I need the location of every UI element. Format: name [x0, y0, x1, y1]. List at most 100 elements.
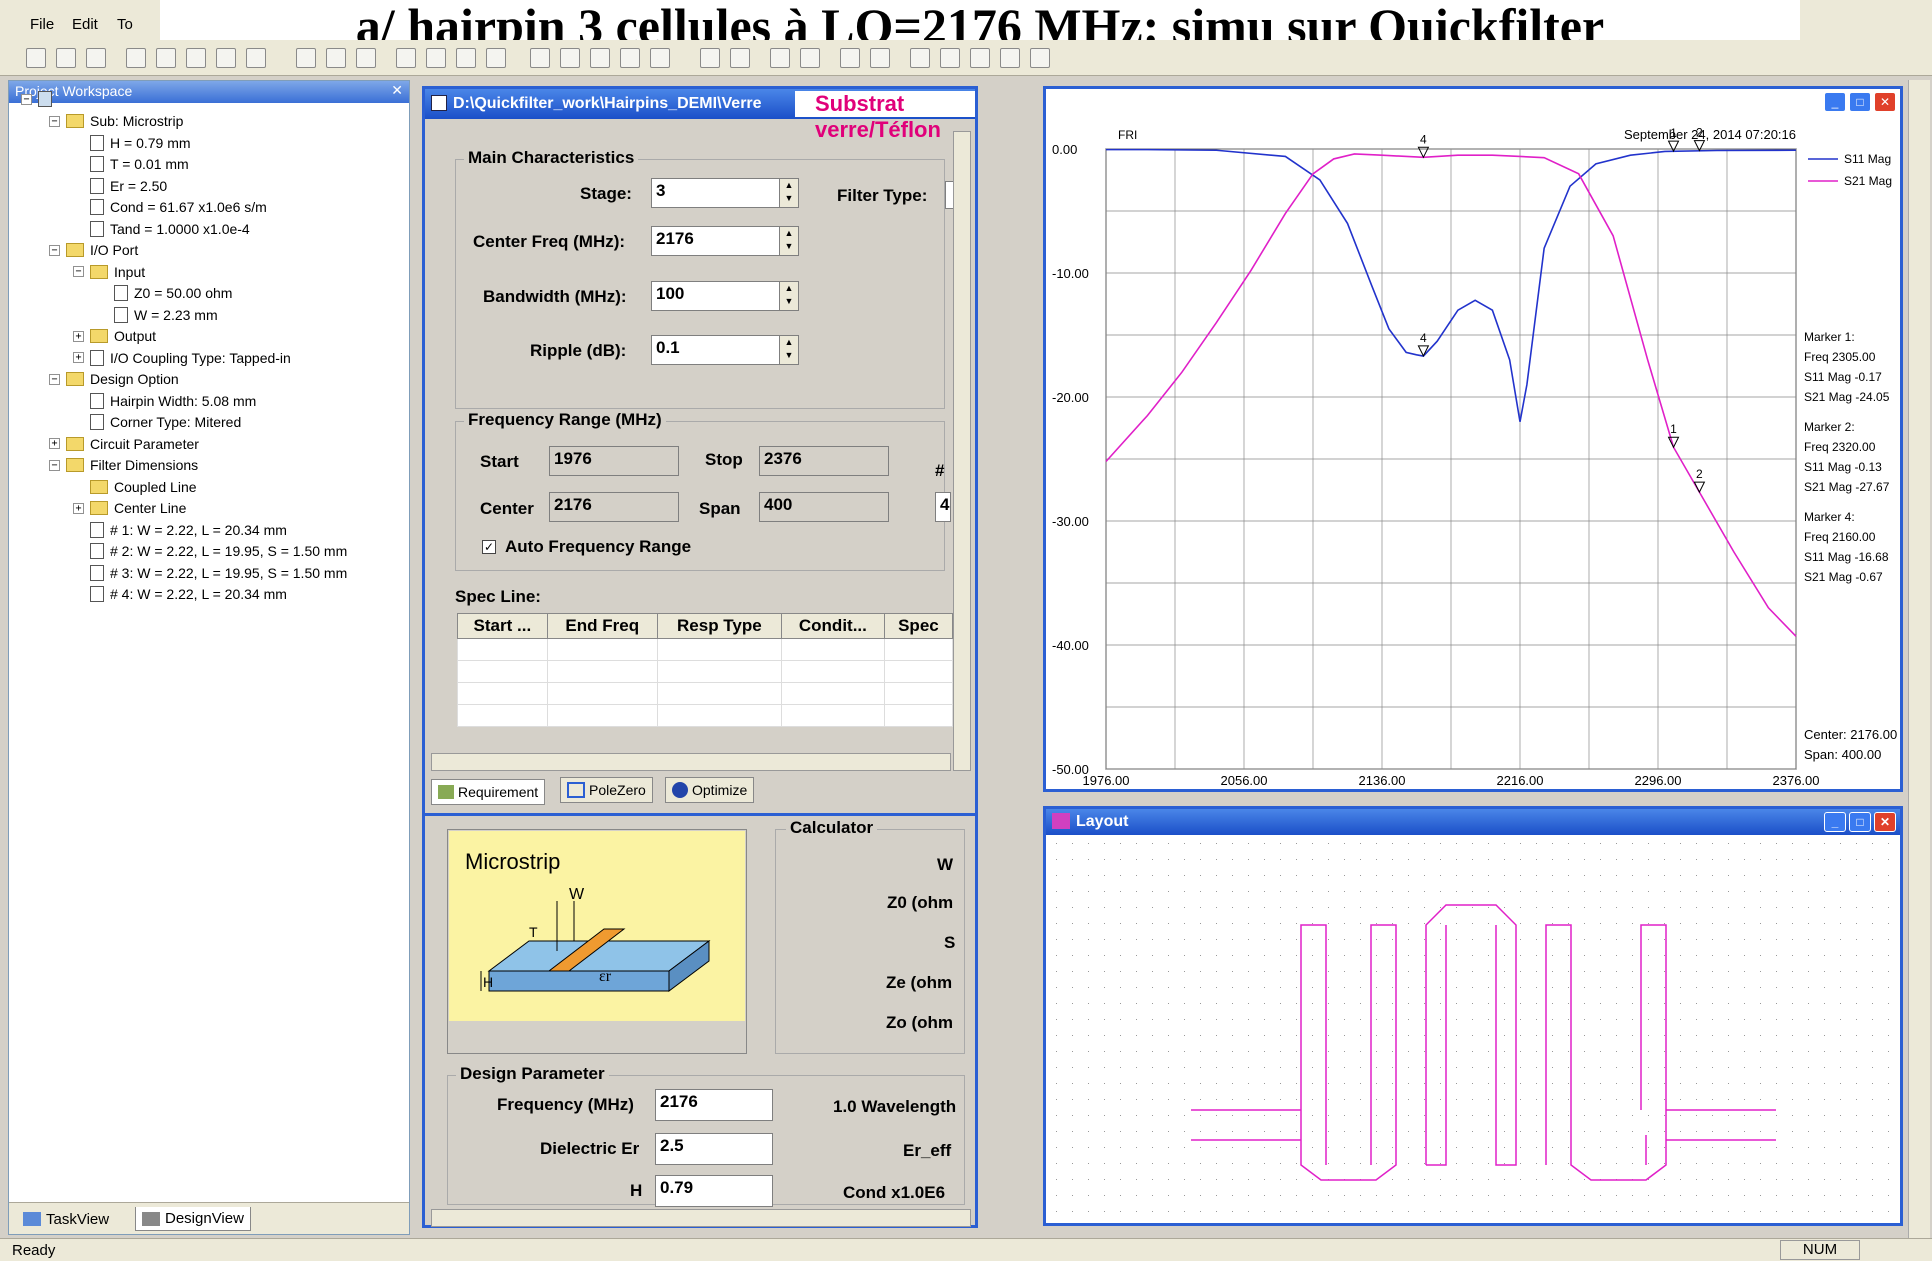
minimize-icon[interactable]: _: [1824, 812, 1846, 832]
tool-icon-20[interactable]: [940, 48, 960, 68]
ripple-spinner[interactable]: ▲ ▼: [779, 335, 799, 365]
tool-icon-4[interactable]: [396, 48, 416, 68]
expand-icon[interactable]: +: [73, 330, 84, 342]
tool-icon-8[interactable]: [530, 48, 550, 68]
cursor-mode-icon[interactable]: [970, 48, 990, 68]
tree-item[interactable]: Er = 2.50: [73, 176, 167, 196]
tool-icon-19[interactable]: [910, 48, 930, 68]
tool-icon-18[interactable]: [870, 48, 890, 68]
tool-icon-15[interactable]: [770, 48, 790, 68]
tree-item[interactable]: + Circuit Parameter: [49, 434, 199, 454]
tree-item[interactable]: − Filter Dimensions: [49, 455, 198, 475]
table-row[interactable]: [457, 660, 954, 683]
ripple-input[interactable]: 0.1: [651, 335, 781, 365]
tree-item[interactable]: Coupled Line: [73, 477, 197, 497]
table-row[interactable]: [457, 682, 954, 705]
collapse-icon[interactable]: −: [21, 93, 32, 105]
column-header[interactable]: End Freq: [546, 613, 658, 639]
close-icon[interactable]: ✕: [391, 82, 403, 99]
tool-icon-22[interactable]: [1030, 48, 1050, 68]
tree-item[interactable]: Tand = 1.0000 x1.0e-4: [73, 219, 250, 239]
tree-root[interactable]: −: [21, 89, 58, 109]
tab-polezero[interactable]: PoleZero: [560, 777, 653, 803]
dp-h-input[interactable]: 0.79: [655, 1175, 773, 1207]
collapse-icon[interactable]: −: [49, 244, 60, 256]
tree-item[interactable]: # 3: W = 2.22, L = 19.95, S = 1.50 mm: [73, 563, 347, 583]
tool-icon-5[interactable]: [426, 48, 446, 68]
dp-frequency-input[interactable]: 2176: [655, 1089, 773, 1121]
column-header[interactable]: Condit...: [780, 613, 885, 639]
close-icon[interactable]: ✕: [1874, 812, 1896, 832]
expand-icon[interactable]: +: [73, 502, 84, 514]
collapse-icon[interactable]: −: [49, 115, 60, 127]
start-input[interactable]: 1976: [549, 446, 679, 476]
tool-icon-16[interactable]: [800, 48, 820, 68]
expand-icon[interactable]: +: [73, 352, 84, 363]
tool-icon-2[interactable]: [326, 48, 346, 68]
tree-item[interactable]: + I/O Coupling Type: Tapped-in: [73, 348, 291, 368]
tree-item[interactable]: T = 0.01 mm: [73, 154, 189, 174]
center-freq-spinner[interactable]: ▲ ▼: [779, 226, 799, 256]
stage-spinner[interactable]: ▲ ▼: [779, 178, 799, 208]
lower-horizontal-scrollbar[interactable]: [431, 1209, 971, 1227]
print-icon[interactable]: [126, 48, 146, 68]
menu-file[interactable]: File: [30, 16, 54, 33]
tool-icon-1[interactable]: [296, 48, 316, 68]
tool-icon-17[interactable]: [840, 48, 860, 68]
spec-line-table[interactable]: Start ... End Freq Resp Type Condit... Spec: [457, 613, 954, 727]
tree-item[interactable]: Corner Type: Mitered: [73, 412, 241, 432]
collapse-icon[interactable]: −: [73, 266, 84, 277]
tool-icon-12[interactable]: [650, 48, 670, 68]
tool-icon-10[interactable]: [590, 48, 610, 68]
center-input[interactable]: 2176: [549, 492, 679, 522]
tool-icon-21[interactable]: [1000, 48, 1020, 68]
tree-item[interactable]: − Input: [73, 262, 145, 282]
tree-item[interactable]: # 1: W = 2.22, L = 20.34 mm: [73, 520, 287, 540]
column-header[interactable]: Resp Type: [656, 613, 782, 639]
vertical-scrollbar[interactable]: [953, 131, 971, 771]
tool-icon-6[interactable]: [456, 48, 476, 68]
tree-item[interactable]: + Center Line: [73, 498, 186, 518]
span-input[interactable]: 400: [759, 492, 889, 522]
tree-item[interactable]: # 2: W = 2.22, L = 19.95, S = 1.50 mm: [73, 541, 347, 561]
menu-edit[interactable]: Edit: [72, 16, 98, 33]
tree-item[interactable]: − I/O Port: [49, 240, 138, 260]
undo-icon[interactable]: [246, 48, 266, 68]
center-freq-input[interactable]: 2176: [651, 226, 781, 256]
new-file-icon[interactable]: [26, 48, 46, 68]
tool-icon-3[interactable]: [356, 48, 376, 68]
dp-er-input[interactable]: 2.5: [655, 1133, 773, 1165]
tree-item[interactable]: H = 0.79 mm: [73, 133, 191, 153]
print-preview-icon[interactable]: [156, 48, 176, 68]
bandwidth-input[interactable]: 100: [651, 281, 781, 311]
tool-icon-7[interactable]: [486, 48, 506, 68]
tree-item[interactable]: W = 2.23 mm: [97, 305, 218, 325]
menu-tools[interactable]: To: [117, 16, 133, 33]
bandwidth-spinner[interactable]: ▲ ▼: [779, 281, 799, 311]
expand-icon[interactable]: +: [49, 438, 60, 449]
tree-item[interactable]: − Design Option: [49, 369, 179, 389]
stage-input[interactable]: 3: [651, 178, 781, 208]
collapse-icon[interactable]: −: [49, 459, 60, 471]
table-row[interactable]: [457, 638, 954, 661]
copy-icon[interactable]: [186, 48, 206, 68]
minimize-icon[interactable]: _: [1824, 92, 1846, 112]
save-icon[interactable]: [86, 48, 106, 68]
stop-input[interactable]: 2376: [759, 446, 889, 476]
tool-icon-11[interactable]: [620, 48, 640, 68]
tool-icon-14[interactable]: [730, 48, 750, 68]
tree-item[interactable]: # 4: W = 2.22, L = 20.34 mm: [73, 584, 287, 604]
delete-icon[interactable]: [216, 48, 236, 68]
table-row[interactable]: [457, 704, 954, 727]
tool-icon-9[interactable]: [560, 48, 580, 68]
tree-item[interactable]: Z0 = 50.00 ohm: [97, 283, 232, 303]
maximize-icon[interactable]: □: [1849, 92, 1871, 112]
tab-designview[interactable]: DesignView: [135, 1207, 251, 1231]
close-icon[interactable]: ✕: [1874, 92, 1896, 112]
tool-icon-13[interactable]: [700, 48, 720, 68]
tree-item[interactable]: Cond = 61.67 x1.0e6 s/m: [73, 197, 267, 217]
tab-taskview[interactable]: TaskView: [17, 1207, 116, 1231]
tree-item[interactable]: − Sub: Microstrip: [49, 111, 183, 131]
tab-requirement[interactable]: Requirement: [431, 779, 546, 805]
collapse-icon[interactable]: −: [49, 373, 60, 385]
